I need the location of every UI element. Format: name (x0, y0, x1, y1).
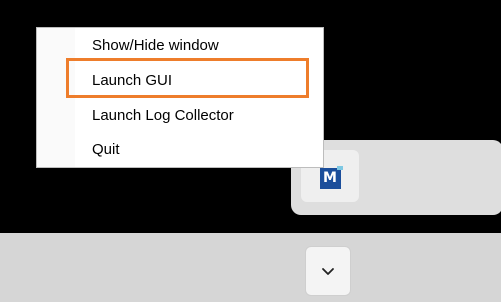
menu-item-launch-log-collector[interactable]: Launch Log Collector (92, 107, 234, 124)
menu-item-show-hide-window[interactable]: Show/Hide window (92, 37, 219, 54)
highlight-box (66, 58, 309, 98)
taskbar (0, 233, 501, 302)
chevron-down-icon (322, 268, 334, 275)
app-logo-icon: M (319, 165, 343, 189)
menu-item-quit[interactable]: Quit (92, 141, 120, 158)
show-hidden-icons-button[interactable] (305, 246, 351, 296)
